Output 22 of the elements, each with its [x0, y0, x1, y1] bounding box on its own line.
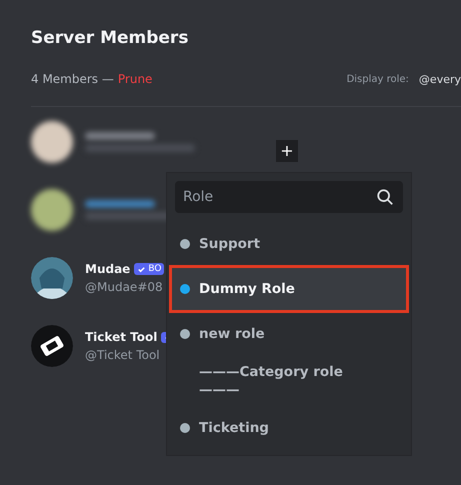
member-count: 4 Members —	[31, 72, 114, 86]
display-role-label: Display role:	[346, 74, 409, 84]
member-name: Ticket Tool	[85, 330, 158, 344]
role-search-field[interactable]: Role	[175, 181, 403, 213]
role-option[interactable]: Ticketing	[169, 409, 409, 447]
member-username: @Ticket Tool	[85, 348, 161, 362]
check-icon	[137, 264, 146, 274]
role-option[interactable]: Support	[169, 225, 409, 263]
member-name: Mudae	[85, 262, 130, 276]
blurred-name	[85, 200, 155, 208]
page-title: Server Members	[31, 28, 190, 48]
avatar	[31, 257, 73, 299]
role-option[interactable]: new role	[169, 315, 409, 353]
search-icon	[376, 188, 394, 206]
member-username: @Mudae#08	[85, 280, 164, 294]
avatar	[31, 325, 73, 367]
badge-label: BO	[148, 264, 162, 274]
blurred-name	[85, 132, 155, 140]
add-role-button[interactable]: +	[276, 140, 298, 162]
role-option[interactable]: ———Category role———	[169, 353, 409, 409]
display-role-value[interactable]: @every	[418, 72, 461, 86]
role-option[interactable]: Dummy Role	[169, 265, 409, 313]
